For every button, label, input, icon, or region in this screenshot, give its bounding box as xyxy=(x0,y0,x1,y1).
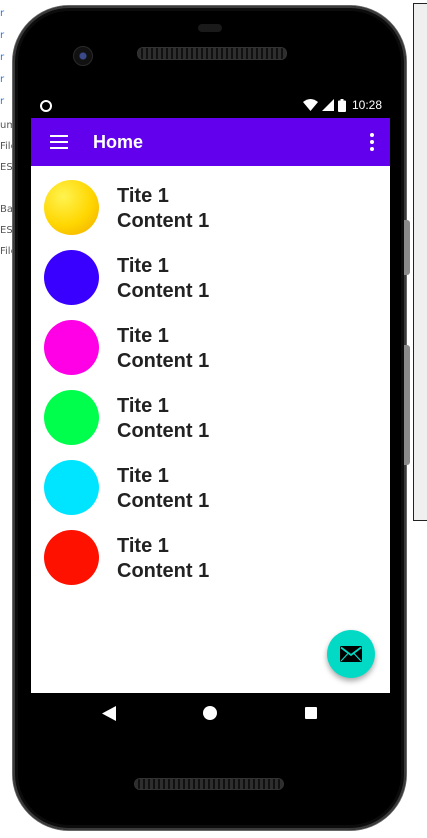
signal-icon xyxy=(321,99,334,111)
power-button[interactable] xyxy=(404,345,410,465)
list-item-title: Tite 1 xyxy=(117,465,169,487)
list-item-content: Content 1 xyxy=(117,420,210,442)
menu-icon[interactable] xyxy=(31,118,87,166)
overflow-icon[interactable] xyxy=(364,130,380,154)
avatar xyxy=(44,530,99,585)
list-item-content: Content 1 xyxy=(117,490,210,512)
status-time: 10:28 xyxy=(351,98,382,112)
home-icon[interactable] xyxy=(203,706,217,720)
ide-fragment: r xyxy=(0,74,5,85)
ide-fragment: Ba xyxy=(0,204,13,215)
avatar xyxy=(44,390,99,445)
ide-fragment: ES xyxy=(0,225,13,236)
system-nav-bar xyxy=(31,693,390,735)
mail-icon xyxy=(340,646,362,662)
list-item[interactable]: Tite 1 Content 1 xyxy=(31,166,390,236)
top-speaker-grille xyxy=(137,47,287,60)
ide-fragment: r xyxy=(0,8,5,19)
wifi-icon xyxy=(302,99,318,111)
list-item[interactable]: Tite 1 Content 1 xyxy=(31,236,390,306)
list-item-title: Tite 1 xyxy=(117,325,169,347)
earpiece xyxy=(198,24,222,32)
volume-button[interactable] xyxy=(404,220,410,275)
list-item[interactable]: Tite 1 Content 1 xyxy=(31,446,390,516)
list-item[interactable]: Tite 1 Content 1 xyxy=(31,516,390,586)
circle-status-icon xyxy=(40,100,52,112)
list-item-content: Content 1 xyxy=(117,560,210,582)
page-title: Home xyxy=(93,131,144,152)
list-item[interactable]: Tite 1 Content 1 xyxy=(31,376,390,446)
list-item-content: Content 1 xyxy=(117,210,210,232)
bottom-speaker-grille xyxy=(134,778,284,790)
status-icons: 10:28 xyxy=(302,98,382,112)
front-camera xyxy=(73,46,93,66)
battery-icon xyxy=(337,98,346,112)
avatar xyxy=(44,320,99,375)
list-item-title: Tite 1 xyxy=(117,395,169,417)
back-icon[interactable] xyxy=(102,706,116,721)
ide-fragment: r xyxy=(0,30,5,41)
status-bar: 10:28 xyxy=(31,96,390,118)
list-item-title: Tite 1 xyxy=(117,185,169,207)
content-list: Tite 1 Content 1 Tite 1 Content 1 Tite 1… xyxy=(31,166,390,693)
avatar xyxy=(44,460,99,515)
list-item-content: Content 1 xyxy=(117,280,210,302)
list-item-title: Tite 1 xyxy=(117,535,169,557)
recent-apps-icon[interactable] xyxy=(305,707,317,719)
avatar xyxy=(44,180,99,235)
app-bar: Home xyxy=(31,118,390,166)
mail-fab-button[interactable] xyxy=(327,630,375,678)
list-item-title: Tite 1 xyxy=(117,255,169,277)
ide-fragment: ES xyxy=(0,162,13,173)
background-panel xyxy=(413,3,427,521)
list-item-content: Content 1 xyxy=(117,350,210,372)
ide-fragment: r xyxy=(0,52,5,63)
avatar xyxy=(44,250,99,305)
list-item[interactable]: Tite 1 Content 1 xyxy=(31,306,390,376)
